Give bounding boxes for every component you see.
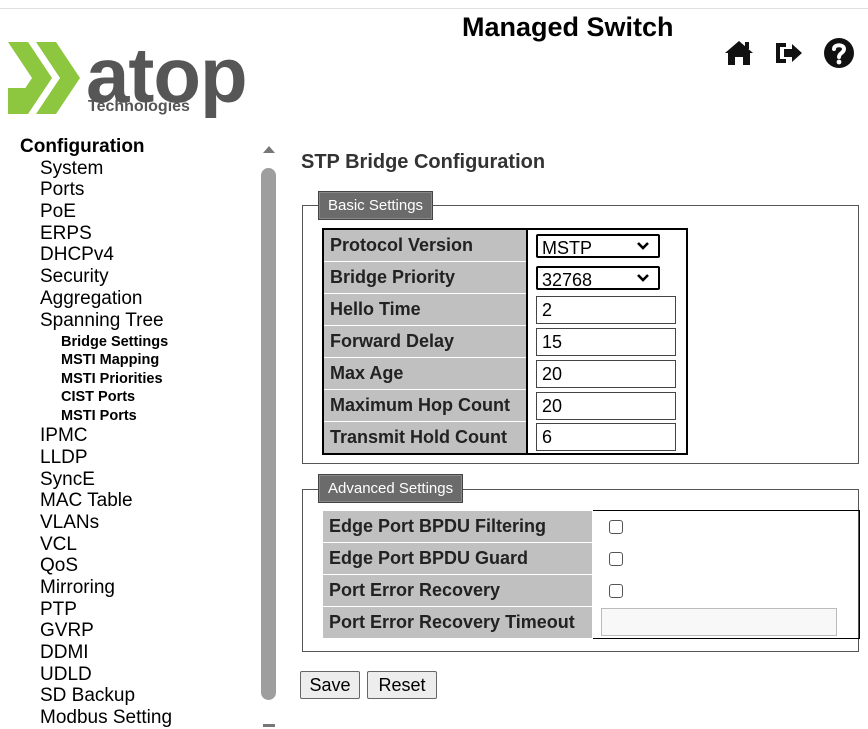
basic-settings-table: Protocol Version MSTP Bridge Priority 32… xyxy=(322,228,688,455)
edge-bpdu-filtering-cell xyxy=(593,511,860,543)
table-row: Hello Time 2 xyxy=(322,293,687,326)
advanced-settings-legend: Advanced Settings xyxy=(318,474,464,503)
bridge-priority-select[interactable]: 32768 xyxy=(536,265,660,290)
table-row: Protocol Version MSTP xyxy=(322,228,687,262)
table-row: Transmit Hold Count 6 xyxy=(322,421,687,455)
sidebar-item-synce[interactable]: SyncE xyxy=(40,469,95,491)
atop-logo: atop Technologies xyxy=(8,36,268,120)
sidebar-menu: Configuration System Ports PoE ERPS DHCP… xyxy=(18,134,258,729)
sidebar-item-modbus-setting[interactable]: Modbus Setting xyxy=(40,707,172,729)
sidebar-subitem-msti-mapping[interactable]: MSTI Mapping xyxy=(61,351,159,369)
sidebar-item-security[interactable]: Security xyxy=(40,266,109,288)
scroll-up-arrow-icon[interactable] xyxy=(263,146,275,153)
sidebar-subitem-msti-ports[interactable]: MSTI Ports xyxy=(61,407,137,425)
sidebar-item-erps[interactable]: ERPS xyxy=(40,223,92,245)
edge-bpdu-guard-checkbox[interactable] xyxy=(609,551,623,566)
scroll-down-arrow-icon[interactable] xyxy=(263,724,275,727)
protocol-version-label: Protocol Version xyxy=(322,228,528,262)
sidebar-item-lldp[interactable]: LLDP xyxy=(40,447,88,469)
transmit-hold-count-input[interactable]: 6 xyxy=(536,423,676,452)
home-icon[interactable] xyxy=(722,36,756,70)
table-row: Edge Port BPDU Filtering xyxy=(322,510,860,543)
sidebar-subitem-msti-priorities[interactable]: MSTI Priorities xyxy=(61,370,163,388)
bridge-priority-label: Bridge Priority xyxy=(322,261,528,294)
reset-button[interactable]: Reset xyxy=(367,671,437,699)
logo-mark-icon xyxy=(8,42,80,114)
sidebar-item-spanning-tree[interactable]: Spanning Tree xyxy=(40,310,164,332)
table-row: Edge Port BPDU Guard xyxy=(322,542,860,575)
page-title: STP Bridge Configuration xyxy=(301,151,546,173)
sidebar-item-ports[interactable]: Ports xyxy=(40,179,84,201)
port-error-recovery-timeout-input[interactable] xyxy=(601,608,837,637)
sidebar-item-poe[interactable]: PoE xyxy=(40,201,76,223)
port-error-recovery-checkbox[interactable] xyxy=(609,583,623,598)
page-header-title: Managed Switch xyxy=(462,12,674,42)
bridge-priority-value: 32768 xyxy=(542,269,593,290)
forward-delay-label: Forward Delay xyxy=(322,325,528,358)
table-row: Maximum Hop Count 20 xyxy=(322,389,687,422)
sidebar-item-vlans[interactable]: VLANs xyxy=(40,512,99,534)
logo-subtitle: Technologies xyxy=(88,98,190,115)
table-row: Port Error Recovery Timeout xyxy=(322,606,860,639)
sidebar-item-ddmi[interactable]: DDMI xyxy=(40,642,89,664)
sidebar-item-sd-backup[interactable]: SD Backup xyxy=(40,685,135,707)
max-hop-count-cell: 20 xyxy=(527,390,687,422)
edge-bpdu-filtering-checkbox[interactable] xyxy=(609,519,623,534)
hello-time-input[interactable]: 2 xyxy=(536,295,676,324)
forward-delay-cell: 15 xyxy=(527,326,687,358)
bridge-priority-cell: 32768 xyxy=(527,262,687,294)
table-row: Port Error Recovery xyxy=(322,574,860,607)
sidebar-subitem-cist-ports[interactable]: CIST Ports xyxy=(61,388,135,406)
sidebar-item-mac-table[interactable]: MAC Table xyxy=(40,490,133,512)
logout-icon[interactable] xyxy=(772,36,806,70)
sidebar-item-gvrp[interactable]: GVRP xyxy=(40,620,94,642)
sidebar-item-vcl[interactable]: VCL xyxy=(40,534,77,556)
table-row: Bridge Priority 32768 xyxy=(322,261,687,294)
hello-time-label: Hello Time xyxy=(322,293,528,326)
help-icon[interactable] xyxy=(822,36,856,70)
forward-delay-input[interactable]: 15 xyxy=(536,327,676,356)
max-age-input[interactable]: 20 xyxy=(536,359,676,388)
save-button[interactable]: Save xyxy=(300,671,360,699)
table-row: Max Age 20 xyxy=(322,357,687,390)
max-hop-count-label: Maximum Hop Count xyxy=(322,389,528,422)
sidebar-item-aggregation[interactable]: Aggregation xyxy=(40,288,142,310)
port-error-recovery-timeout-label: Port Error Recovery Timeout xyxy=(322,606,593,639)
port-error-recovery-timeout-cell xyxy=(593,607,860,639)
sidebar-item-system[interactable]: System xyxy=(40,158,103,180)
sidebar-scrollbar[interactable] xyxy=(258,140,280,729)
protocol-version-value: MSTP xyxy=(542,237,593,258)
scrollbar-thumb[interactable] xyxy=(261,168,276,700)
top-divider xyxy=(0,8,868,9)
protocol-version-select[interactable]: MSTP xyxy=(536,233,660,258)
transmit-hold-count-cell: 6 xyxy=(527,422,687,455)
sidebar-item-mirroring[interactable]: Mirroring xyxy=(40,577,115,599)
transmit-hold-count-label: Transmit Hold Count xyxy=(322,421,528,455)
table-row: Forward Delay 15 xyxy=(322,325,687,358)
edge-bpdu-guard-cell xyxy=(593,543,860,575)
sidebar-item-ipmc[interactable]: IPMC xyxy=(40,425,88,447)
sidebar-heading[interactable]: Configuration xyxy=(20,136,145,158)
port-error-recovery-cell xyxy=(593,575,860,607)
sidebar-item-dhcpv4[interactable]: DHCPv4 xyxy=(40,244,114,266)
max-age-label: Max Age xyxy=(322,357,528,390)
hello-time-cell: 2 xyxy=(527,294,687,326)
edge-bpdu-guard-label: Edge Port BPDU Guard xyxy=(322,542,593,575)
basic-settings-legend: Basic Settings xyxy=(318,191,434,220)
protocol-version-cell: MSTP xyxy=(527,229,687,262)
port-error-recovery-label: Port Error Recovery xyxy=(322,574,593,607)
sidebar-item-ptp[interactable]: PTP xyxy=(40,599,77,621)
edge-bpdu-filtering-label: Edge Port BPDU Filtering xyxy=(322,510,593,543)
chevron-down-icon xyxy=(637,273,649,282)
advanced-settings-table: Edge Port BPDU Filtering Edge Port BPDU … xyxy=(322,510,860,639)
max-hop-count-input[interactable]: 20 xyxy=(536,391,676,420)
sidebar-item-qos[interactable]: QoS xyxy=(40,555,78,577)
sidebar-item-udld[interactable]: UDLD xyxy=(40,664,92,686)
chevron-down-icon xyxy=(637,241,649,250)
sidebar-subitem-bridge-settings[interactable]: Bridge Settings xyxy=(61,333,168,351)
max-age-cell: 20 xyxy=(527,358,687,390)
